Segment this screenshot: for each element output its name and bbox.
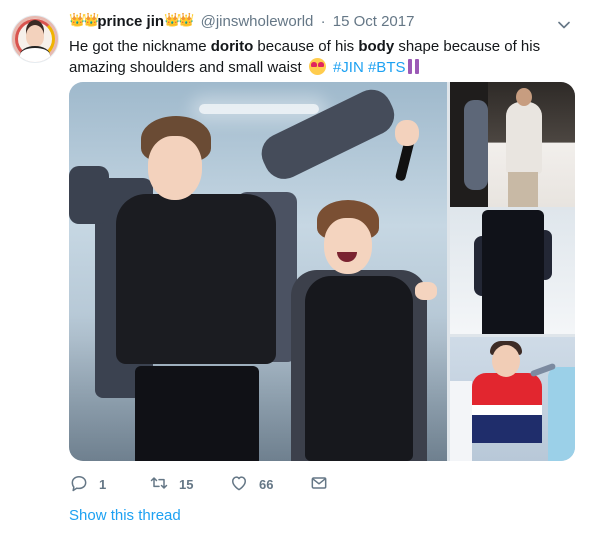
chevron-down-icon[interactable]	[558, 18, 570, 30]
media-image-main[interactable]	[69, 82, 447, 461]
tweet-text-bold: body	[358, 38, 395, 55]
author-name[interactable]: prince jin	[97, 13, 164, 30]
header-separator: ·	[320, 13, 326, 30]
media-grid	[69, 82, 575, 461]
stage-light	[199, 104, 319, 114]
tweet: 👑👑prince jin👑👑 @jinswholeworld · 15 Oct …	[0, 0, 590, 536]
reply-count: 1	[99, 476, 107, 492]
tweet-date[interactable]: 15 Oct 2017	[333, 13, 415, 30]
show-thread-link[interactable]: Show this thread	[69, 507, 181, 524]
heart-eyes-emoji-icon	[308, 58, 326, 75]
tweet-header: 👑👑prince jin👑👑 @jinswholeworld · 15 Oct …	[69, 12, 414, 30]
crown-emoji-left: 👑👑	[69, 12, 99, 27]
media-image-2[interactable]	[450, 82, 575, 207]
avatar-face	[26, 25, 44, 47]
tweet-text-part: because of his	[253, 38, 359, 55]
hashtag-link[interactable]: #BTS	[368, 59, 406, 76]
author-handle[interactable]: @jinswholeworld	[201, 13, 314, 30]
media-image-3[interactable]	[450, 210, 575, 334]
reply-button[interactable]: 1	[69, 472, 106, 496]
like-count: 66	[259, 476, 274, 492]
tweet-text-bold: dorito	[210, 38, 254, 55]
author-avatar[interactable]	[11, 15, 59, 63]
tweet-actions: 1 15 66	[69, 472, 389, 496]
crown-emoji-right: 👑👑	[164, 12, 194, 27]
purple-bts-emoji-icon	[408, 59, 420, 74]
reply-icon	[69, 473, 89, 496]
hashtag-link[interactable]: #JIN	[333, 59, 364, 76]
media-image-4[interactable]	[450, 337, 575, 461]
direct-message-button[interactable]	[309, 472, 329, 496]
avatar-shirt	[20, 46, 50, 62]
like-button[interactable]: 66	[229, 472, 273, 496]
retweet-icon	[149, 473, 169, 496]
tweet-text-part: He got the nickname	[69, 38, 211, 55]
retweet-count: 15	[179, 476, 194, 492]
direct-message-icon	[309, 473, 329, 496]
like-icon	[229, 473, 249, 496]
retweet-button[interactable]: 15	[149, 472, 193, 496]
tweet-text: He got the nickname dorito because of hi…	[69, 36, 569, 78]
